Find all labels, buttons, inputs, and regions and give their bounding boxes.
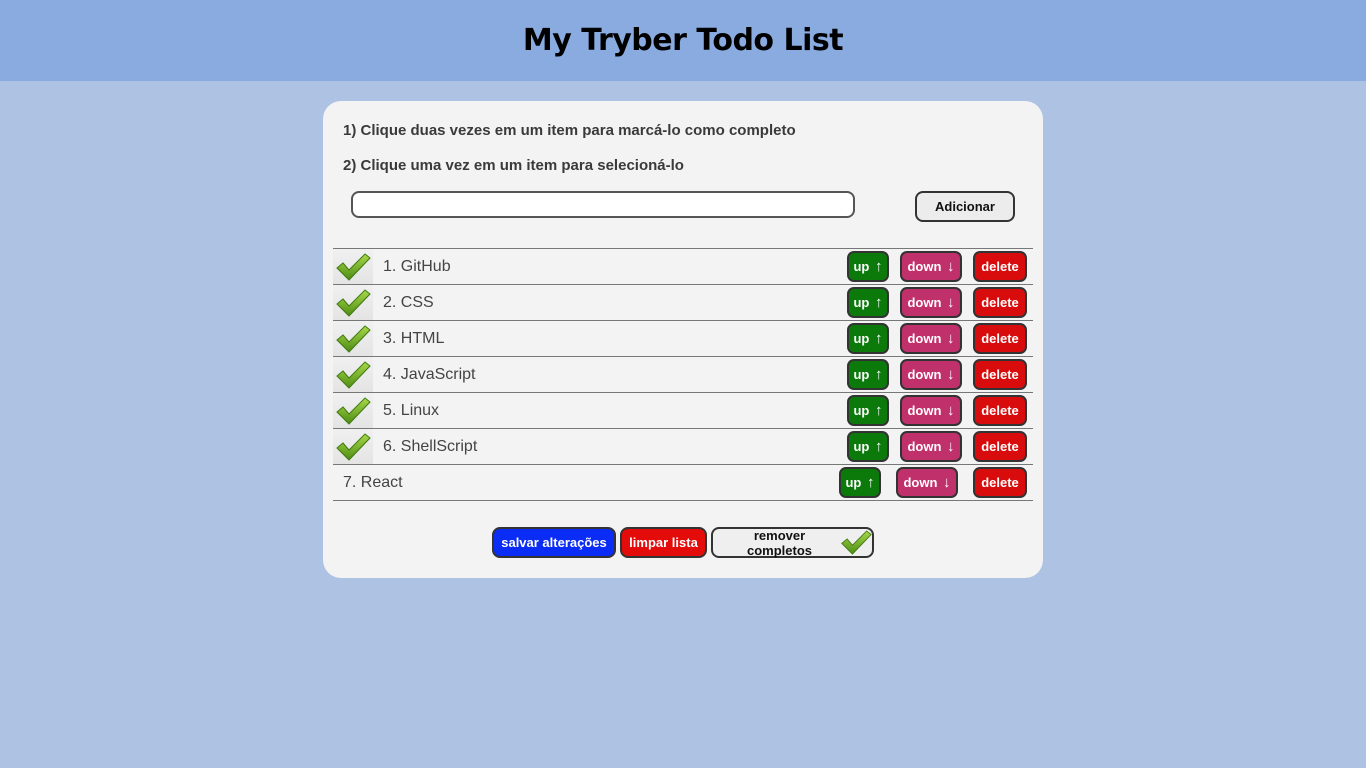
list-item[interactable]: 6. ShellScript up ↑ down ↓ delete [333,429,1033,465]
item-label: 1. GitHub [383,257,451,275]
list-item[interactable]: 2. CSS up ↑ down ↓ delete [333,285,1033,321]
list-item[interactable]: 3. HTML up ↑ down ↓ delete [333,321,1033,357]
item-actions: up ↑ down ↓ delete [847,323,1027,354]
checkmark-icon [333,321,373,356]
down-button[interactable]: down ↓ [900,395,962,426]
down-button[interactable]: down ↓ [900,251,962,282]
up-button[interactable]: up ↑ [847,323,889,354]
item-actions: up ↑ down ↓ delete [847,431,1027,462]
item-actions: up ↑ down ↓ delete [847,359,1027,390]
item-actions: up ↑ down ↓ delete [847,251,1027,282]
down-button[interactable]: down ↓ [900,359,962,390]
save-button[interactable]: salvar alterações [492,527,616,558]
down-button[interactable]: down ↓ [900,323,962,354]
delete-button[interactable]: delete [973,251,1027,282]
up-button[interactable]: up ↑ [847,359,889,390]
item-label: 2. CSS [383,293,434,311]
delete-button[interactable]: delete [973,287,1027,318]
list-item[interactable]: 7. React up ↑ down ↓ delete [333,465,1033,501]
up-button[interactable]: up ↑ [839,467,881,498]
up-button[interactable]: up ↑ [847,287,889,318]
footer-actions: salvar alterações limpar lista remover c… [323,527,1043,558]
item-actions: up ↑ down ↓ delete [839,467,1027,498]
checkmark-icon [840,529,872,556]
checkmark-icon [333,429,373,464]
item-label: 7. React [343,473,403,491]
instruction-double-click: 1) Clique duas vezes em um item para mar… [343,122,796,139]
item-actions: up ↑ down ↓ delete [847,287,1027,318]
delete-button[interactable]: delete [973,431,1027,462]
list-item[interactable]: 5. Linux up ↑ down ↓ delete [333,393,1033,429]
app-header: My Tryber Todo List [0,0,1366,81]
remove-completed-button[interactable]: remover completos [711,527,874,558]
clear-list-button[interactable]: limpar lista [620,527,707,558]
list-item[interactable]: 1. GitHub up ↑ down ↓ delete [333,249,1033,285]
checkmark-icon [333,357,373,392]
delete-button[interactable]: delete [973,395,1027,426]
checkmark-icon [333,393,373,428]
list-item[interactable]: 4. JavaScript up ↑ down ↓ delete [333,357,1033,393]
checkmark-icon [333,249,373,284]
item-label: 6. ShellScript [383,437,478,455]
down-button[interactable]: down ↓ [900,287,962,318]
checkmark-icon [333,285,373,320]
todo-input[interactable] [351,191,855,218]
instruction-single-click: 2) Clique uma vez em um item para seleci… [343,157,684,174]
page-title: My Tryber Todo List [522,23,844,58]
remove-completed-label: remover completos [746,527,812,558]
up-button[interactable]: up ↑ [847,431,889,462]
down-button[interactable]: down ↓ [900,431,962,462]
item-label: 3. HTML [383,329,445,347]
item-label: 4. JavaScript [383,365,476,383]
todo-card: 1) Clique duas vezes em um item para mar… [323,101,1043,578]
delete-button[interactable]: delete [973,467,1027,498]
delete-button[interactable]: delete [973,323,1027,354]
item-actions: up ↑ down ↓ delete [847,395,1027,426]
up-button[interactable]: up ↑ [847,395,889,426]
add-button[interactable]: Adicionar [915,191,1015,222]
item-label: 5. Linux [383,401,440,419]
up-button[interactable]: up ↑ [847,251,889,282]
down-button[interactable]: down ↓ [896,467,958,498]
delete-button[interactable]: delete [973,359,1027,390]
todo-list: 1. GitHub up ↑ down ↓ delete 2. CSS up ↑… [333,248,1033,501]
